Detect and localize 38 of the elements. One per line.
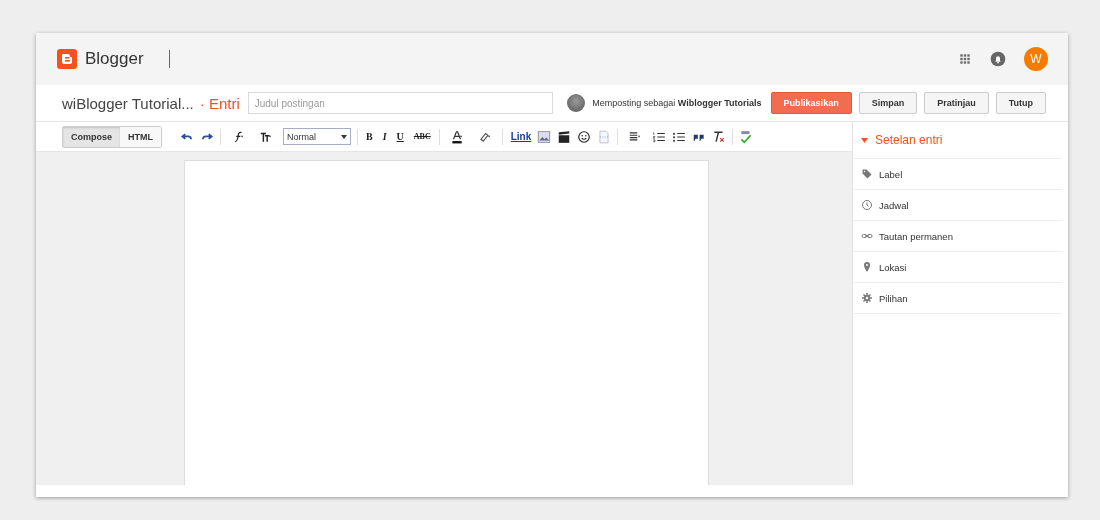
brand-name: Blogger [85,49,144,69]
font-size-select[interactable]: Normal [283,128,351,145]
action-button[interactable]: Simpan [858,92,918,114]
gear-icon[interactable] [861,292,873,304]
format-button[interactable]: I [380,131,389,142]
action-button[interactable]: Pratinjau [924,92,989,114]
spell-check-icon[interactable] [739,129,754,144]
post-title-field[interactable]: Judul postingan [247,92,554,114]
dropdown-caret-icon [341,134,347,139]
action-button[interactable]: Tutup [995,92,1046,114]
blogger-logo[interactable] [57,49,77,69]
settings-item[interactable]: Tautan permanen [853,221,1062,252]
emoji-icon[interactable] [577,129,592,144]
settings-item[interactable]: Jadwal [853,190,1062,221]
blog-title: wiBlogger Tutorial... [62,94,194,112]
post-settings-header[interactable]: Setelan entri [853,122,1062,159]
settings-item[interactable]: Lokasi [853,252,1062,283]
format-button[interactable]: ABC [411,132,433,141]
image-icon[interactable] [537,129,552,144]
caret-icon [861,137,868,143]
section-label: · Entri [199,94,240,112]
apps-grid-icon[interactable] [958,52,972,66]
mode-tab[interactable]: HTML [120,126,161,147]
video-icon[interactable] [557,129,572,144]
clock-icon[interactable] [861,199,873,211]
bell-icon[interactable] [990,51,1006,67]
settings-item[interactable]: Label [853,159,1062,190]
mode-tab[interactable]: Compose [63,126,120,147]
numbered-list-icon[interactable] [652,129,667,144]
posting-as-text: Memposting sebagai Wiblogger Tutorials [592,98,762,108]
format-button[interactable]: B [364,131,375,142]
clear-format-icon[interactable] [712,129,727,144]
location-pin-icon[interactable] [861,261,873,273]
link-button[interactable]: Link [510,131,532,142]
tag-icon[interactable] [861,168,873,180]
format-button[interactable]: U [394,131,406,142]
user-avatar [567,94,586,112]
settings-item[interactable]: Pilihan [853,283,1062,314]
